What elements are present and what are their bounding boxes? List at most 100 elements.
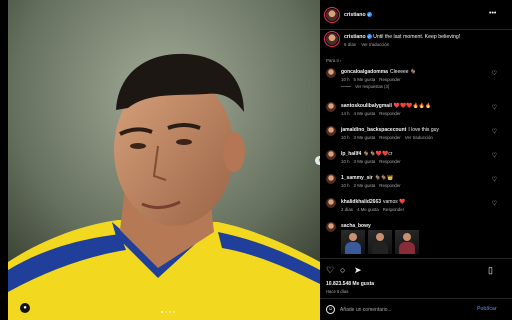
commenter-line: santoskoulibalygmail ❤️❤️❤️🔥🔥🔥 (341, 103, 431, 109)
commenter-avatar[interactable] (326, 68, 336, 78)
view-replies-button[interactable]: Ver respuestas (3) (341, 84, 389, 89)
reply-button[interactable]: Responder (379, 77, 400, 82)
caption-avatar[interactable] (326, 33, 338, 45)
caption-body: Until the last moment. Keep believing! (373, 34, 461, 40)
comment-likes[interactable]: 4 Me gusta (354, 111, 376, 116)
comment-text: Cleeeee 🐐 (389, 69, 417, 75)
verified-icon: ✓ (366, 34, 372, 40)
commenter-line: jamaldino_backspacecount I love this guy (341, 127, 439, 133)
comment-meta: 10 h 2 Me gusta Responder (341, 183, 405, 188)
carousel-dot (161, 311, 163, 313)
commenter-username[interactable]: 1_sammy_sir (341, 175, 373, 181)
publish-button[interactable]: Publicar (477, 306, 497, 312)
posted-time: Hace 6 días (326, 289, 349, 294)
heart-icon[interactable]: ♡ (492, 176, 497, 183)
verified-icon: ✓ (366, 12, 372, 18)
commenter-line: goncaloalgadomma Cleeeee 🐐 (341, 69, 416, 75)
comment-time: 10 h (341, 77, 350, 82)
commenter-username[interactable]: lp_hallf4 (341, 151, 361, 157)
comment-meta: 10 h 5 Me gusta Responder (341, 77, 405, 82)
bookmark-icon[interactable]: ▯ (488, 265, 493, 275)
reply-button[interactable]: Responder (379, 111, 400, 116)
heart-icon[interactable]: ♡ (492, 200, 497, 207)
comment-translate-link[interactable]: Ver traducción (405, 135, 433, 140)
heart-icon[interactable]: ♡ (492, 104, 497, 111)
comment-item: goncaloalgadomma Cleeeee 🐐 10 h 5 Me gusta… (320, 66, 512, 90)
comment-time: 10 h (341, 159, 350, 164)
reply-button[interactable]: Responder (379, 159, 400, 164)
comment-composer: ☺ Publicar (320, 298, 512, 320)
reply-button[interactable]: Responder (379, 183, 400, 188)
caption-translate-link[interactable]: Ver traducción (361, 42, 389, 47)
carousel-dot (169, 311, 171, 313)
post-actions: ♡ ○ ➤ ▯ 10.823.548 Me gusta Hace 6 días (320, 258, 512, 298)
heart-icon[interactable]: ♡ (492, 128, 497, 135)
share-icon[interactable]: ➤ (354, 265, 362, 275)
carousel-dot (165, 311, 167, 313)
comment-likes[interactable]: 3 Me gusta (354, 159, 376, 164)
commenter-line: khalidkhalid2663 vamos ❤️ (341, 199, 405, 205)
add-comment-input[interactable] (340, 305, 470, 315)
person-tag-icon[interactable]: ● (20, 303, 30, 313)
more-options-button[interactable]: ••• (489, 10, 496, 17)
comment-text: vamos ❤️ (383, 199, 406, 205)
caption-username[interactable]: cristiano (344, 34, 366, 40)
commenter-username[interactable]: jamaldino_backspacecount (341, 127, 406, 133)
commenter-avatar[interactable] (326, 126, 336, 136)
comment-likes[interactable]: 3 Me gusta (354, 135, 376, 140)
commenter-line: sacha_bowy (341, 223, 371, 229)
comment-text: ❤️❤️❤️🔥🔥🔥 (393, 103, 432, 109)
comment-item: santoskoulibalygmail ❤️❤️❤️🔥🔥🔥 14 h 4 Me g… (320, 100, 512, 124)
comment-item: lp_hallf4 🐐🐐❤️❤️cr 10 h 3 Me gusta Responde… (320, 148, 512, 172)
comment-meta: 10 h 3 Me gusta Responder Ver traducción (341, 135, 437, 140)
reply-button[interactable]: Responder (383, 207, 404, 212)
commenter-username[interactable]: santoskoulibalygmail (341, 103, 392, 109)
comment-time: 2 días (341, 207, 353, 212)
author-avatar[interactable] (326, 9, 338, 21)
comment-likes[interactable]: 4 Me gusta (357, 207, 379, 212)
carousel-indicator (161, 311, 175, 313)
likes-count[interactable]: 10.823.548 Me gusta (326, 281, 374, 287)
commenter-username[interactable]: goncaloalgadomma (341, 69, 388, 75)
commenter-avatar[interactable] (326, 102, 336, 112)
comment-text: 🐐🐐❤️❤️cr (363, 151, 393, 157)
comment-item: jamaldino_backspacecount I love this guy … (320, 124, 512, 148)
heart-icon[interactable]: ♡ (492, 70, 497, 77)
comments-scroll-area[interactable]: cristiano ✓ Until the last moment. Keep b… (320, 30, 512, 258)
commenter-avatar[interactable] (326, 174, 336, 184)
post-media[interactable]: › ● (8, 0, 320, 320)
commenter-username[interactable]: sacha_bowy (341, 223, 371, 229)
comment-item: 1_sammy_sir 🐐🐐👑 10 h 2 Me gusta Responder ♡ (320, 172, 512, 196)
commenter-line: 1_sammy_sir 🐐🐐👑 (341, 175, 393, 181)
post-caption: cristiano ✓ Until the last moment. Keep b… (320, 30, 512, 56)
commenter-line: lp_hallf4 🐐🐐❤️❤️cr (341, 151, 392, 157)
comment-text: 🐐🐐👑 (374, 175, 394, 181)
comment-icon[interactable]: ○ (340, 265, 345, 275)
post-photo (8, 0, 320, 320)
comment-image-gallery[interactable] (341, 230, 419, 254)
comment-likes[interactable]: 5 Me gusta (354, 77, 376, 82)
caption-time: 6 días (344, 42, 356, 47)
commenter-avatar[interactable] (326, 198, 336, 208)
emoji-icon[interactable]: ☺ (326, 305, 335, 314)
commenter-username[interactable]: khalidkhalid2663 (341, 199, 381, 205)
commenter-avatar[interactable] (326, 150, 336, 160)
comment-image[interactable] (368, 230, 392, 254)
for-you-label[interactable]: Para ti › (326, 58, 341, 63)
reply-button[interactable]: Responder (379, 135, 400, 140)
caption-text: cristiano ✓ Until the last moment. Keep b… (344, 34, 460, 40)
comment-likes[interactable]: 2 Me gusta (354, 183, 376, 188)
comment-item: sacha_bowy (320, 220, 512, 258)
comment-image[interactable] (341, 230, 365, 254)
author-username[interactable]: cristiano ✓ (344, 12, 372, 18)
comment-text: I love this guy (408, 127, 439, 133)
heart-icon[interactable]: ♡ (326, 265, 334, 275)
comment-meta: 10 h 3 Me gusta Responder (341, 159, 405, 164)
heart-icon[interactable]: ♡ (492, 152, 497, 159)
post-header: cristiano ✓ ••• (320, 0, 512, 30)
comment-meta: 2 días 4 Me gusta Responder (341, 207, 408, 212)
comment-item: khalidkhalid2663 vamos ❤️ 2 días 4 Me gust… (320, 196, 512, 220)
comment-image[interactable] (395, 230, 419, 254)
commenter-avatar[interactable] (326, 222, 336, 232)
comment-time: 10 h (341, 183, 350, 188)
